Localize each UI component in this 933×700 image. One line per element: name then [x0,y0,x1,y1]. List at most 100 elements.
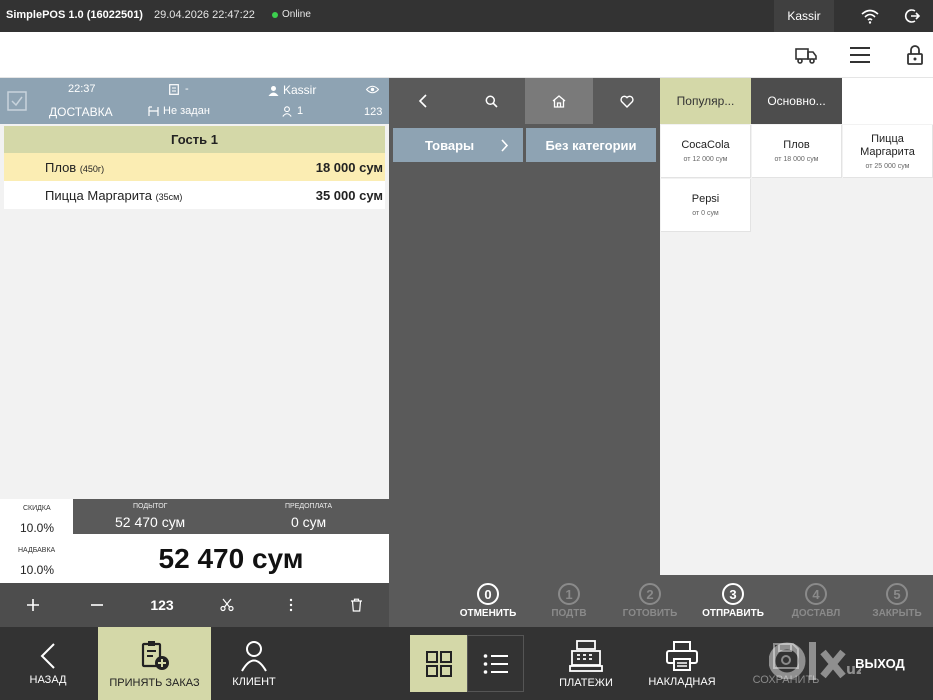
step-label: ГОТОВИТЬ [622,608,678,619]
order-status-steps: 0 ОТМЕНИТЬ 1 ПОДТВ 2 ГОТОВИТЬ 3 ОТПРАВИТ… [389,575,933,627]
lock-icon[interactable] [903,43,927,67]
step-cancel[interactable]: 0 ОТМЕНИТЬ [447,575,529,627]
step-label: ОТПРАВИТЬ [702,608,764,619]
step-label: ПОДТВ [551,608,587,619]
prepay-value[interactable]: 0 сум [291,514,326,530]
list-view-button[interactable] [467,635,524,692]
client-label: КЛИЕНТ [232,675,276,688]
step-deliver[interactable]: 4 ДОСТАВЛ [775,575,857,627]
totals-panel: СКИДКА 10.0% НАДБАВКА 10.0% ПОДЫТОГ 52 4… [0,499,389,583]
guest-count-value: 1 [297,105,304,117]
markup-value[interactable]: 10.0% [20,563,54,577]
guest-count[interactable]: 1 [282,105,303,117]
category-button[interactable]: Без категории [526,128,656,162]
search-button[interactable] [457,78,525,124]
step-send[interactable]: 3 ОТПРАВИТЬ [692,575,774,627]
eye-icon[interactable] [366,85,379,94]
invoice-label: НАКЛАДНАЯ [648,675,716,688]
order-doc[interactable]: - [169,83,189,95]
markup-label: НАДБАВКА [18,547,56,554]
client-button[interactable]: КЛИЕНТ [211,627,297,700]
product-tile[interactable]: CocaCola от 12 000 сум [661,125,751,178]
order-type[interactable]: ДОСТАВКА [49,105,113,119]
accept-order-button[interactable]: ПРИНЯТЬ ЗАКАЗ [98,627,211,700]
select-checkbox-icon[interactable] [7,91,27,111]
step-number: 3 [722,583,744,605]
order-time: 22:37 [68,83,96,95]
step-cook[interactable]: 2 ГОТОВИТЬ [609,575,691,627]
chevron-left-icon [418,94,427,108]
table-value: Не задан [163,105,210,117]
product-price: от 18 000 сум [774,156,819,163]
favorites-button[interactable] [593,78,661,124]
order-item-row[interactable]: Пицца Маргарита (35см) 35 000 сум [4,181,385,209]
product-price: от 25 000 сум [865,162,910,170]
waiter[interactable]: Kassir [268,83,316,97]
product-name: Пицца Маргарита [860,132,915,158]
grand-total: 52 470 сум [158,542,304,574]
user-button[interactable]: Kassir [774,0,834,32]
step-number: 5 [886,583,908,605]
list-icon [483,653,508,674]
grid-view-button[interactable] [410,635,467,692]
tab-main[interactable]: Основно... [751,78,842,124]
product-name: Плов [783,139,810,151]
wifi-icon[interactable] [860,7,880,25]
waiter-icon [268,85,279,96]
payments-button[interactable]: ПЛАТЕЖИ [547,627,625,700]
discount-value[interactable]: 10.0% [20,521,54,535]
subtotal-box: ПОДЫТОГ 52 470 сум ПРЕДОПЛАТА 0 сум [73,499,389,534]
home-button[interactable] [525,78,593,124]
printer-icon [666,640,698,671]
svg-text:uz: uz [846,662,861,678]
product-tile[interactable]: Пицца Маргарита от 25 000 сум [843,125,933,178]
nav-back-button[interactable] [389,78,457,124]
product-price: от 0 сум [692,210,719,217]
waiter-name: Kassir [283,83,317,97]
back-label: НАЗАД [29,673,67,686]
product-tile[interactable]: Плов от 18 000 сум [752,125,842,178]
home-icon [552,94,566,108]
delivery-truck-icon[interactable] [794,43,818,67]
product-price: от 12 000 сум [683,156,728,163]
order-item-name: Пицца Маргарита (35см) [45,187,183,203]
search-icon [485,95,498,108]
cash-register-icon [569,639,603,672]
step-close[interactable]: 5 ЗАКРЫТЬ [856,575,933,627]
guest-header[interactable]: Гость 1 [4,126,385,153]
user-name: Kassir [787,9,821,23]
product-name: CocaCola [681,139,730,151]
step-number: 4 [805,583,827,605]
add-button[interactable] [8,583,58,627]
more-button[interactable] [266,583,316,627]
order-number: 123 [364,106,383,118]
chevron-right-icon [501,138,509,152]
category-nav-bar [389,78,660,124]
menu-icon[interactable] [848,43,872,67]
back-button[interactable]: НАЗАД [0,627,96,700]
discount-label: СКИДКА [23,505,51,512]
trash-icon [350,598,362,612]
numpad-button[interactable]: 123 [137,583,187,627]
step-confirm[interactable]: 1 ПОДТВ [528,575,610,627]
grid-icon [425,650,452,677]
accept-order-label: ПРИНЯТЬ ЗАКАЗ [109,676,200,689]
split-button[interactable] [202,583,252,627]
category-label: Без категории [545,137,637,153]
table-selector[interactable]: Не задан [148,105,210,117]
delete-button[interactable] [331,583,381,627]
step-label: ОТМЕНИТЬ [459,608,517,619]
step-number: 2 [639,583,661,605]
product-tile[interactable]: Pepsi от 0 сум [661,179,751,232]
title-bar: SimplePOS 1.0 (16022501) 29.04.2026 22:4… [0,0,933,32]
tab-popular[interactable]: Популяр... [660,78,751,124]
document-icon [169,83,179,95]
logout-icon[interactable] [903,7,921,25]
category-button[interactable]: Товары [393,128,523,162]
step-label: ДОСТАВЛ [791,608,841,619]
order-item-row[interactable]: Плов (450г) 18 000 сум [4,153,385,181]
remove-button[interactable] [72,583,122,627]
order-header: 22:37 ДОСТАВКА - Не задан Kassir 1 123 [0,78,389,124]
payments-label: ПЛАТЕЖИ [559,676,613,689]
invoice-button[interactable]: НАКЛАДНАЯ [640,627,724,700]
